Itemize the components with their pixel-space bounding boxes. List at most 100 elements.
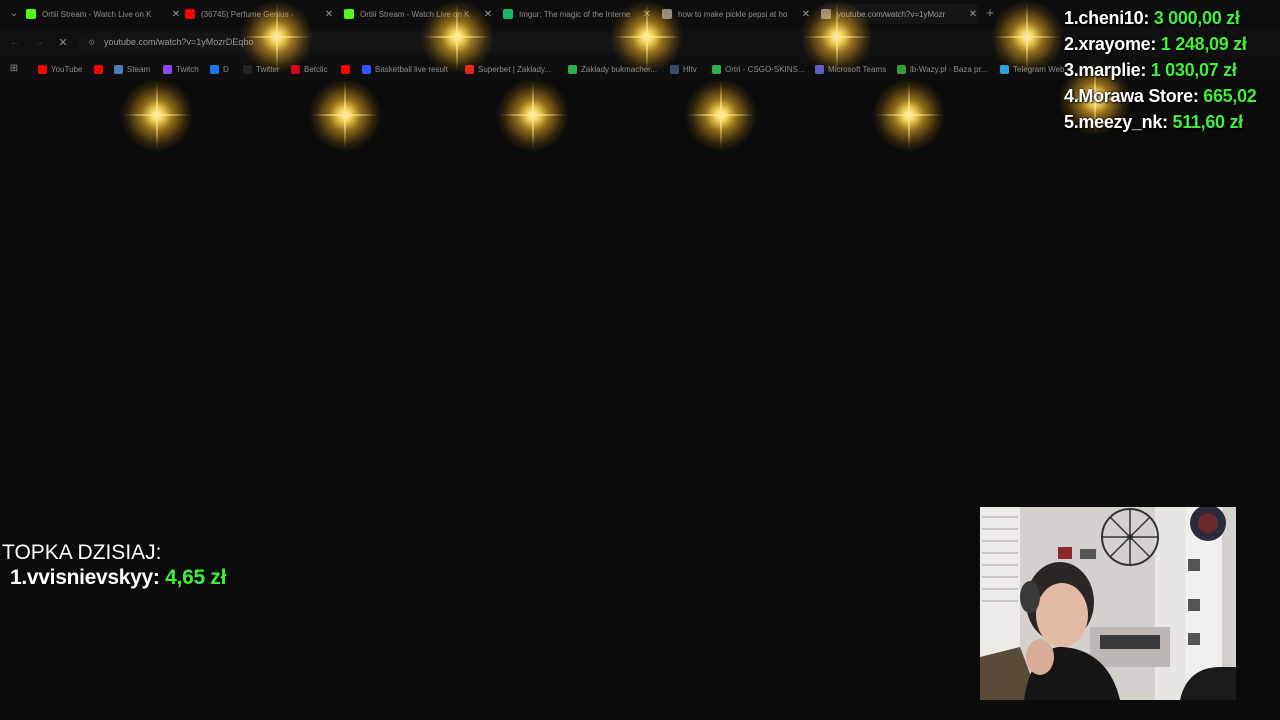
bookmark-item[interactable]: Twitter <box>243 62 280 76</box>
csgo-icon <box>712 64 721 74</box>
bookmark-label: Betclic <box>304 64 328 74</box>
bookmark-label: Twitch <box>176 64 199 74</box>
betclic-icon <box>291 64 300 74</box>
bookmark-item[interactable]: lb-Wazy.pl - Baza pr... <box>897 62 987 76</box>
back-arrow-icon[interactable]: ← <box>8 36 22 50</box>
close-tab-icon[interactable]: ✕ <box>482 9 494 20</box>
tab-title: how to make pickle pepsi at ho <box>678 9 788 19</box>
bookmark-item[interactable]: Betclic <box>291 62 328 76</box>
leaderboard-name: cheni10: <box>1078 8 1150 28</box>
twitch-icon <box>163 64 172 74</box>
today-top-rank: 1. <box>10 566 27 589</box>
youtube-icon <box>185 9 195 19</box>
bookmark-item[interactable] <box>94 62 107 76</box>
url-text[interactable]: youtube.com/watch?v=1yMozrDEqbo <box>104 37 253 47</box>
today-top-title: TOPKA DZISIAJ: <box>2 541 162 564</box>
top-donors-leaderboard: 1.cheni10: 3 000,00 zł 2.xrayome: 1 248,0… <box>1064 8 1280 138</box>
leaderboard-rank: 3. <box>1064 60 1079 80</box>
browser-tab[interactable]: Ortiii Stream - Watch Live on K ✕ <box>344 4 494 24</box>
tab-title: Imgur: The magic of the Interne <box>519 9 631 19</box>
tab-title: Ortiii Stream - Watch Live on K <box>42 9 152 19</box>
leaderboard-row: 2.xrayome: 1 248,09 zł <box>1064 34 1280 60</box>
close-tab-icon[interactable]: ✕ <box>800 9 812 20</box>
leaderboard-amount: 1 248,09 zł <box>1160 34 1247 54</box>
close-tab-icon[interactable]: ✕ <box>323 9 335 20</box>
browser-tab[interactable]: (36745) Perfume Genius - ✕ <box>185 4 335 24</box>
leaderboard-amount: 511,60 zł <box>1172 112 1243 132</box>
kick-icon <box>26 9 36 19</box>
leaderboard-row: 3.marplie: 1 030,07 zł <box>1064 60 1280 86</box>
leaderboard-rank: 2. <box>1064 34 1079 54</box>
browser-tab[interactable]: Ortiii Stream - Watch Live on K ✕ <box>26 4 182 24</box>
flashscore-icon <box>362 64 371 74</box>
youtube-icon <box>341 64 350 74</box>
today-top-donors: TOPKA DZISIAJ: 1.vvisnievskyy: 4,65 zł <box>2 541 226 591</box>
leaderboard-rank: 5. <box>1064 112 1079 132</box>
today-top-name: vvisnievskyy: <box>26 566 160 589</box>
new-tab-icon[interactable]: + <box>983 6 997 20</box>
bookmark-label: Basketball live result <box>375 64 448 74</box>
search-icon <box>662 9 672 19</box>
facebook-icon <box>210 64 219 74</box>
bookmark-item[interactable]: Basketball live result <box>362 62 448 76</box>
browser-tab[interactable]: how to make pickle pepsi at ho ✕ <box>662 4 812 24</box>
bookmark-item[interactable]: Zakłady bukmacher... <box>568 62 657 76</box>
bookmark-label: Telegram Web <box>1013 64 1065 74</box>
bookmark-item[interactable] <box>341 62 354 76</box>
webcam-scene <box>980 507 1236 700</box>
globe-icon <box>821 9 831 19</box>
bookmark-item[interactable]: Steam <box>114 62 150 76</box>
close-tab-icon[interactable]: ✕ <box>641 9 653 20</box>
youtube-icon <box>94 64 103 74</box>
bookmark-item[interactable]: Twitch <box>163 62 199 76</box>
today-top-amount: 4,65 zł <box>165 566 227 589</box>
kick-icon <box>344 9 354 19</box>
close-tab-icon[interactable]: ✕ <box>967 9 979 20</box>
tab-title: Ortiii Stream - Watch Live on K <box>360 9 470 19</box>
bookmark-label: lb-Wazy.pl - Baza pr... <box>910 64 988 74</box>
hltv-icon <box>670 64 679 74</box>
bookmark-item[interactable]: YouTube <box>38 62 82 76</box>
leaderboard-row: 4.Morawa Store: 665,02 <box>1064 86 1280 112</box>
bookmark-item[interactable]: D <box>210 62 229 76</box>
bookmark-item[interactable]: Ortri - CSGO-SKINS... <box>712 62 805 76</box>
bookmark-label: Hltv <box>683 64 697 74</box>
fortuna-icon <box>568 64 577 74</box>
bookmark-item[interactable]: Superbet | Zakłady... <box>465 62 551 76</box>
site-info-icon[interactable]: ⚙ <box>88 37 98 49</box>
leaderboard-name: marplie: <box>1078 60 1147 80</box>
bookmark-item[interactable]: Telegram Web <box>1000 62 1064 76</box>
tab-title: youtube.com/watch?v=1yMozr <box>837 9 946 19</box>
leaderboard-rank: 1. <box>1064 8 1079 28</box>
bookmark-label: Steam <box>127 64 151 74</box>
webcam-feed <box>980 507 1236 700</box>
bookmark-label: Microsoft Teams <box>828 64 887 74</box>
forward-arrow-icon[interactable]: → <box>32 36 46 50</box>
twitter-icon <box>243 64 252 74</box>
browser-tab[interactable]: youtube.com/watch?v=1yMozr ✕ <box>821 4 979 24</box>
bookmark-label: Superbet | Zakłady... <box>478 64 552 74</box>
database-icon <box>897 64 906 74</box>
tab-search-chevron-icon[interactable]: ⌄ <box>6 6 22 22</box>
leaderboard-name: xrayome: <box>1078 34 1157 54</box>
browser-tab[interactable]: Imgur: The magic of the Interne ✕ <box>503 4 653 24</box>
stop-loading-icon[interactable]: ✕ <box>56 36 70 50</box>
steam-icon <box>114 64 123 74</box>
bookmark-label: Twitter <box>256 64 280 74</box>
leaderboard-amount: 1 030,07 zł <box>1150 60 1237 80</box>
address-bar[interactable]: ⚙ youtube.com/watch?v=1yMozrDEqbo <box>78 33 678 53</box>
leaderboard-name: Morawa Store: <box>1078 86 1199 106</box>
bookmark-label: Zakłady bukmacher... <box>581 64 658 74</box>
close-tab-icon[interactable]: ✕ <box>170 9 182 20</box>
bookmark-label: YouTube <box>51 64 83 74</box>
bookmark-item[interactable]: Hltv <box>670 62 697 76</box>
leaderboard-name: meezy_nk: <box>1078 112 1168 132</box>
leaderboard-amount: 665,02 <box>1203 86 1257 106</box>
leaderboard-row: 1.cheni10: 3 000,00 zł <box>1064 8 1280 34</box>
apps-grid-icon[interactable]: ⊞ <box>8 63 20 75</box>
teams-icon <box>815 64 824 74</box>
tab-title: (36745) Perfume Genius - <box>201 9 294 19</box>
bookmark-item[interactable]: Microsoft Teams <box>815 62 886 76</box>
superbet-icon <box>465 64 474 74</box>
today-top-row: 1.vvisnievskyy: 4,65 zł <box>10 565 226 591</box>
